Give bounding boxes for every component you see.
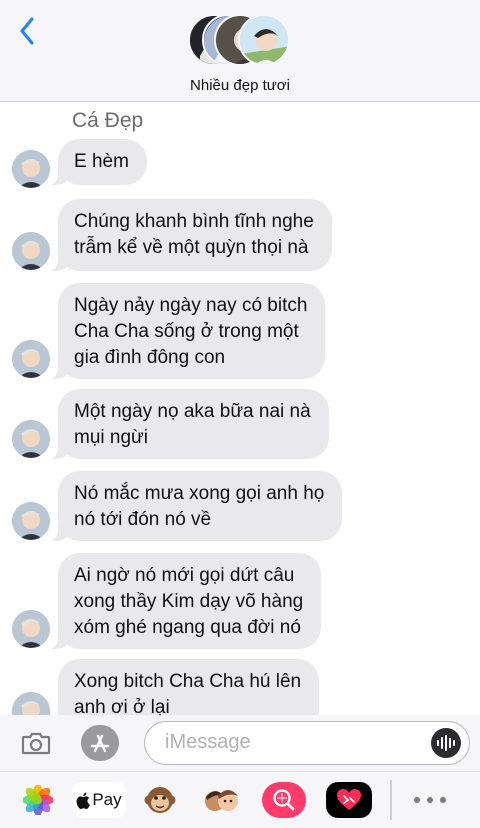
memoji-stickers-button[interactable]	[200, 782, 244, 818]
sender-avatar[interactable]	[12, 232, 50, 270]
conversation-title: Nhiều đẹp tươi	[190, 77, 290, 94]
message-bubble[interactable]: Chúng khanh bình tĩnh nghe trẫm kể về mộ…	[48, 199, 332, 271]
more-apps-button[interactable]	[414, 788, 446, 812]
message-bubble[interactable]: Ai ngờ nó mới gọi dứt câu xong thầy Kim …	[47, 553, 322, 649]
message-bubble[interactable]: Nó mắc mưa xong gọi anh họ nó tới đón nó…	[47, 471, 343, 541]
monkey-animoji-icon	[144, 787, 176, 813]
message-bubble[interactable]: Ngày nảy ngày nay có bitch Cha Cha sống …	[47, 283, 326, 379]
digital-touch-heart-icon	[337, 789, 361, 810]
message-field[interactable]	[144, 721, 470, 765]
apple-pay-label: Pay	[92, 790, 122, 809]
sender-name: Cá Đẹp	[72, 109, 144, 132]
message-input[interactable]	[165, 722, 425, 763]
drawer-divider	[390, 780, 392, 820]
message-bubble[interactable]: Xong bitch Cha Cha hú lên anh ơi ở lại	[47, 659, 320, 715]
voice-message-button[interactable]	[431, 728, 461, 758]
animoji-button[interactable]	[138, 782, 182, 818]
group-avatars[interactable]	[188, 14, 298, 70]
more-dots-icon	[440, 797, 446, 803]
sender-avatar[interactable]	[12, 420, 50, 458]
back-button[interactable]	[12, 14, 42, 48]
app-store-button[interactable]	[80, 725, 120, 761]
sender-avatar[interactable]	[12, 340, 50, 378]
compose-bar	[0, 715, 480, 771]
sender-avatar[interactable]	[12, 150, 50, 188]
avatar	[238, 14, 290, 66]
apple-pay-button[interactable]: Pay	[72, 782, 126, 818]
image-search-icon	[273, 789, 295, 811]
apple-logo-icon	[76, 792, 91, 809]
sender-avatar[interactable]	[12, 502, 50, 540]
more-dots-icon	[414, 797, 420, 803]
imessage-app-drawer: Pay	[0, 771, 480, 828]
conversation-header: Nhiều đẹp tươi	[0, 0, 480, 102]
message-list[interactable]: Cá Đẹp E hèm Chúng khanh bình tĩnh nghe …	[0, 103, 480, 715]
chevron-left-icon	[20, 17, 34, 45]
camera-icon	[21, 732, 51, 755]
photos-app-icon	[23, 785, 53, 815]
image-search-button[interactable]	[262, 782, 306, 818]
sender-avatar[interactable]	[12, 610, 50, 648]
memoji-stickers-icon	[205, 790, 238, 811]
digital-touch-button[interactable]	[326, 782, 372, 818]
more-dots-icon	[427, 797, 433, 803]
app-store-icon	[81, 725, 119, 761]
waveform-icon	[437, 735, 455, 751]
sender-avatar[interactable]	[12, 692, 50, 715]
camera-button[interactable]	[16, 725, 56, 761]
photos-app-button[interactable]	[16, 782, 60, 818]
message-bubble[interactable]: Một ngày nọ aka bữa nai nà mụi ngừi	[48, 389, 329, 459]
message-bubble[interactable]: E hèm	[48, 139, 147, 185]
